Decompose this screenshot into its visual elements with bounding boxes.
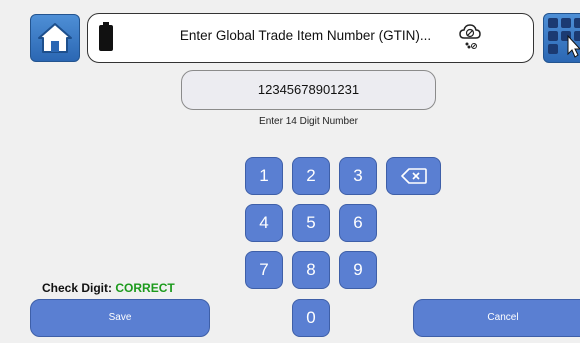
backspace-icon — [400, 168, 427, 184]
grid-menu-icon — [548, 18, 580, 58]
input-hint: Enter 14 Digit Number — [259, 116, 358, 127]
key-8[interactable]: 8 — [292, 251, 330, 289]
backspace-button[interactable] — [386, 157, 441, 195]
save-button[interactable]: Save — [30, 299, 210, 337]
key-4[interactable]: 4 — [245, 204, 283, 242]
key-5[interactable]: 5 — [292, 204, 330, 242]
key-9[interactable]: 9 — [339, 251, 377, 289]
check-digit-status: Check Digit: CORRECT — [42, 281, 175, 295]
key-7[interactable]: 7 — [245, 251, 283, 289]
key-6[interactable]: 6 — [339, 204, 377, 242]
cloud-off-icon[interactable] — [458, 22, 482, 52]
home-icon — [38, 23, 72, 53]
key-0[interactable]: 0 — [292, 299, 330, 337]
key-3[interactable]: 3 — [339, 157, 377, 195]
key-2[interactable]: 2 — [292, 157, 330, 195]
check-digit-value: CORRECT — [115, 281, 175, 295]
key-1[interactable]: 1 — [245, 157, 283, 195]
check-digit-label: Check Digit: — [42, 281, 113, 295]
gtin-input[interactable]: 12345678901231 — [181, 70, 436, 110]
grid-menu-button[interactable] — [543, 13, 580, 63]
cancel-button[interactable]: Cancel — [413, 299, 580, 337]
header-bar: Enter Global Trade Item Number (GTIN)... — [87, 13, 534, 63]
home-button[interactable] — [30, 14, 80, 62]
